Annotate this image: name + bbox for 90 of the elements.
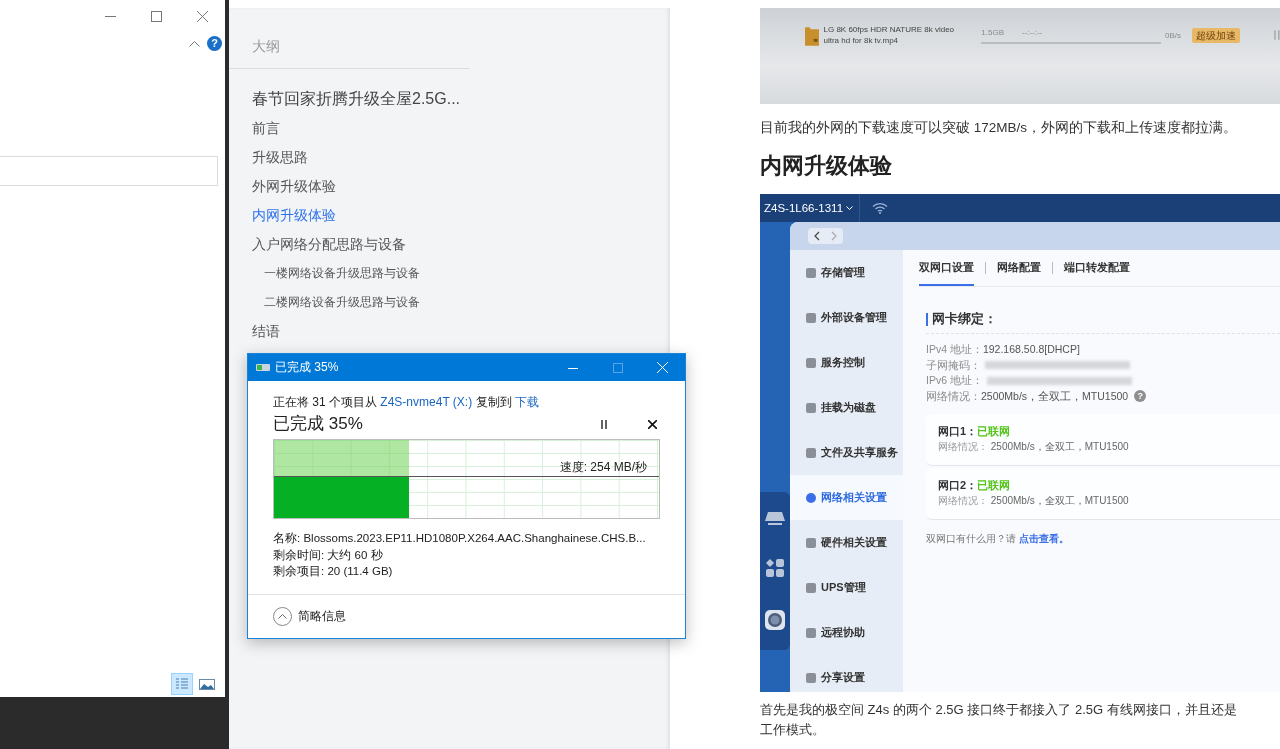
download-speed: 0B/s — [1165, 30, 1183, 40]
tab[interactable]: 网络配置 — [997, 250, 1041, 286]
sidebar-item[interactable]: 硬件相关设置 — [790, 520, 903, 565]
apps-icon[interactable] — [765, 558, 785, 578]
list-icon — [175, 677, 189, 691]
file-size: 1.5GB — [981, 26, 1005, 39]
image-icon — [199, 678, 215, 690]
sidebar-item[interactable]: UPS管理 — [790, 565, 903, 610]
sidebar-item[interactable]: 外部设备管理 — [790, 295, 903, 340]
window-title: 已完成 35% — [275, 359, 340, 376]
detail-label: 剩余项目: — [273, 565, 325, 577]
detail-label: 名称: — [273, 532, 301, 544]
detail-label: 网络情况： — [938, 495, 988, 506]
outline-item[interactable]: 前言 — [229, 114, 670, 143]
tile-icon — [806, 447, 816, 458]
chevron-up-icon[interactable] — [189, 39, 200, 47]
chevron-down-icon[interactable] — [846, 205, 854, 211]
wifi-icon — [872, 202, 889, 214]
sidebar-item[interactable]: 服务控制 — [790, 340, 903, 385]
tile-icon — [806, 672, 816, 683]
progress-heading: 已完成 35% — [273, 413, 364, 435]
outline-item[interactable]: 入户网络分配思路与设备 — [229, 230, 670, 259]
help-sentence: 双网口有什么用？请 点击查看。 — [926, 532, 1070, 546]
tab[interactable]: 双网口设置 — [919, 250, 974, 286]
detail-value: 大约 60 秒 — [327, 548, 383, 561]
port-name: 网口1： — [938, 425, 978, 437]
maximize-icon — [612, 362, 623, 373]
info-label: 网络情况： — [926, 388, 981, 404]
boost-button[interactable]: 超级加速 — [1192, 27, 1241, 43]
tile-icon — [806, 627, 816, 638]
source-link[interactable]: Z4S-nvme4T (X:) — [380, 395, 473, 409]
outline-title: 大纲 — [229, 8, 470, 69]
paragraph: 目前我的外网的下载速度可以突破 172MB/s，外网的下载和上传速度都拉满。 — [760, 119, 1239, 137]
info-value: 192.168.50.8[DHCP] — [982, 342, 1080, 357]
folder-icon — [805, 24, 820, 46]
info-label: IPv4 地址： — [926, 342, 983, 357]
time-left: --:--:-- — [1022, 26, 1043, 39]
tile-icon — [806, 357, 816, 368]
detail-value: 2500Mb/s，全双工，MTU1500 — [989, 495, 1129, 506]
close-icon[interactable] — [648, 419, 657, 429]
maximize-icon[interactable] — [150, 10, 162, 22]
speed-label: 速度: 254 MB/秒 — [559, 460, 647, 476]
info-value: 2500Mb/s，全双工，MTU1500 — [981, 388, 1129, 404]
tile-icon — [806, 312, 816, 323]
info-label: 子网掩码： — [926, 357, 981, 373]
paragraph: 首先是我的极空间 Z4s 的两个 2.5G 接口终于都接入了 2.5G 有线网接口，并且还是 工作模式。 — [760, 701, 1238, 739]
help-button[interactable]: ? — [207, 35, 222, 51]
device-name[interactable]: Z4S-1L66-1311 — [760, 202, 844, 214]
document-title[interactable]: 春节回家折腾升级全屋2.5G... — [229, 87, 670, 111]
detail-label: 网络情况： — [938, 441, 988, 452]
sidebar-item[interactable]: 分享设置 — [790, 655, 903, 692]
tile-icon — [806, 582, 816, 593]
back-icon[interactable] — [813, 231, 820, 241]
text-field[interactable] — [0, 156, 218, 186]
tab[interactable]: 端口转发配置 — [1064, 250, 1130, 286]
sidebar-item[interactable]: 远程协助 — [790, 610, 903, 655]
copy-message: 正在将 31 个项目从 Z4S-nvme4T (X:) 复制到 下载 — [273, 394, 540, 410]
pause-icon[interactable] — [601, 419, 607, 429]
sidebar-item[interactable]: 文件及共享服务 — [790, 430, 903, 475]
tile-icon — [806, 492, 816, 503]
outline-item[interactable]: 外网升级体验 — [229, 172, 670, 201]
app-circle-icon[interactable] — [765, 610, 785, 630]
tile-icon — [806, 537, 816, 548]
outline-item[interactable]: 一楼网络设备升级思路与设备 — [229, 259, 670, 288]
sidebar-item[interactable]: 挂载为磁盘 — [790, 385, 903, 430]
drive-icon — [256, 363, 270, 372]
outline-item[interactable]: 结语 — [229, 317, 670, 346]
outline-item[interactable]: 升级思路 — [229, 143, 670, 172]
section-title: 网卡绑定： — [932, 311, 997, 328]
sidebar-item[interactable]: 存储管理 — [790, 250, 903, 295]
port-status: 已联网 — [977, 425, 1011, 437]
chevron-up-circle-icon — [273, 607, 292, 626]
sidebar-item[interactable]: 网络相关设置 — [790, 475, 903, 520]
destination-link[interactable]: 下载 — [514, 395, 539, 409]
fewer-details-button[interactable]: 简略信息 — [273, 607, 346, 626]
tile-icon — [806, 267, 816, 278]
file-name: LG 8K 60fps HDR NATURE 8k video ultra hd for 8k tv.mp4 — [823, 24, 956, 46]
info-label: IPv6 地址： — [926, 373, 983, 388]
detail-value: Blossoms.2023.EP11.HD1080P.X264.AAC.Shanghainese.CHS.B... — [303, 532, 646, 544]
detail-value: 20 (11.4 GB) — [327, 565, 393, 577]
help-link[interactable]: 点击查看。 — [1018, 533, 1069, 544]
port-name: 网口2： — [938, 479, 978, 491]
section-heading: 内网升级体验 — [760, 152, 893, 180]
port-status: 已联网 — [977, 479, 1011, 491]
detail-label: 剩余时间: — [273, 548, 325, 561]
tile-icon — [806, 402, 816, 413]
outline-item[interactable]: 内网升级体验 — [229, 201, 670, 230]
outline-item[interactable]: 二楼网络设备升级思路与设备 — [229, 288, 670, 317]
detail-value: 2500Mb/s，全双工，MTU1500 — [989, 441, 1129, 452]
drive-icon[interactable] — [765, 512, 785, 526]
